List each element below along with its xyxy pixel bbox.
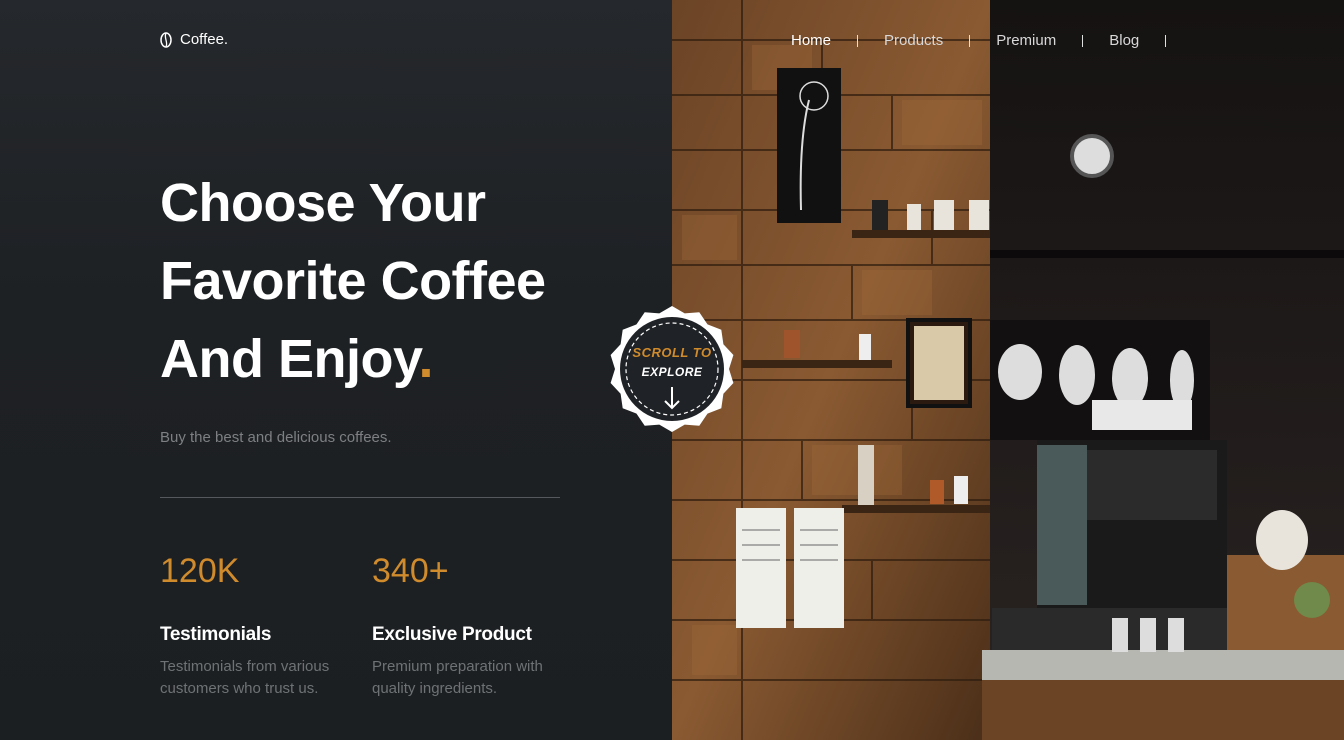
- main-nav: Home Products Premium Blog: [765, 32, 1167, 49]
- explore-label: EXPLORE: [641, 365, 703, 379]
- hero-headline: Choose Your Favorite Coffee And Enjoy.: [160, 164, 640, 398]
- stat-description: Testimonials from various customers who t…: [160, 658, 330, 697]
- headline-line-2: Favorite Coffee: [160, 251, 546, 311]
- headline-line-1: Choose Your: [160, 173, 486, 233]
- stat-value: 340+: [372, 552, 449, 590]
- scroll-label: SCROLL TO: [632, 345, 712, 360]
- stat-exclusive-product: 340+ Exclusive Product Premium preparati…: [372, 552, 572, 700]
- headline-accent-dot: .: [418, 329, 434, 389]
- brand-name: Coffee.: [180, 31, 229, 48]
- stat-label: Exclusive Product: [372, 624, 532, 645]
- nav-item-premium[interactable]: Premium: [970, 32, 1082, 49]
- headline-line-3: And Enjoy: [160, 329, 419, 389]
- hero-divider: [160, 497, 560, 498]
- scroll-to-explore-button[interactable]: SCROLL TO EXPLORE: [606, 305, 738, 433]
- stat-value: 120K: [160, 552, 240, 590]
- stat-label: Testimonials: [160, 624, 272, 645]
- stat-testimonials: 120K Testimonials Testimonials from vari…: [160, 552, 360, 700]
- nav-divider: [1165, 34, 1167, 47]
- nav-item-home[interactable]: Home: [765, 32, 857, 49]
- hero-subtitle: Buy the best and delicious coffees.: [160, 429, 392, 446]
- stat-description: Premium preparation with quality ingredie…: [372, 658, 543, 697]
- nav-item-products[interactable]: Products: [858, 32, 969, 49]
- arrow-down-icon: [664, 387, 680, 410]
- nav-item-blog[interactable]: Blog: [1083, 32, 1165, 49]
- brand-logo[interactable]: Coffee.: [160, 31, 228, 48]
- coffee-bean-icon: [160, 31, 172, 48]
- cafe-interior-image: [672, 0, 1344, 740]
